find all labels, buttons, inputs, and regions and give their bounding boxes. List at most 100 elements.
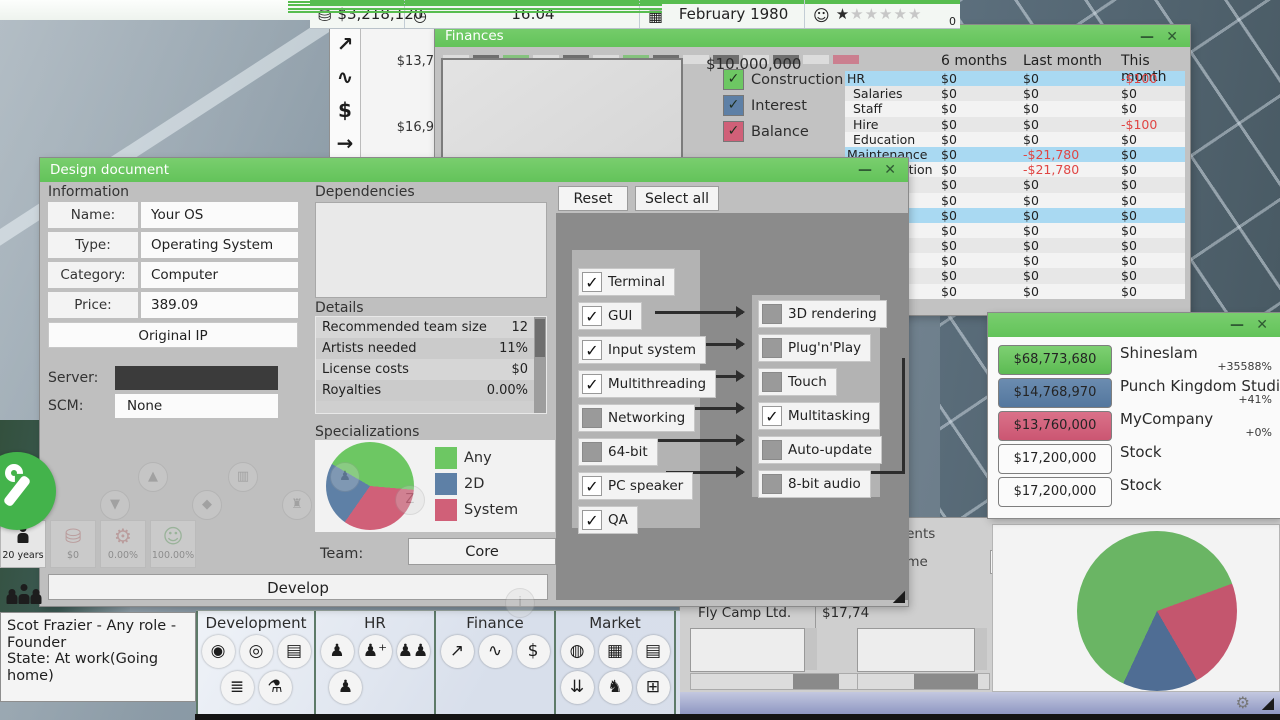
patents-vscrollbar[interactable] bbox=[975, 628, 987, 670]
legend-checkbox[interactable]: ✓ bbox=[723, 95, 744, 116]
toolbar-swatch[interactable] bbox=[803, 55, 829, 64]
finances-table-row[interactable]: HR $0 $0 -$100 bbox=[845, 71, 1185, 86]
checkbox-icon[interactable]: ✓ bbox=[582, 272, 602, 292]
design-titlebar[interactable]: Design document — ✕ bbox=[40, 158, 908, 182]
finances-table-row[interactable]: Staff $0 $0 $0 bbox=[845, 101, 1185, 116]
resize-handle-icon[interactable]: ◢ bbox=[893, 588, 905, 604]
stock-window-titlebar[interactable]: — ✕ bbox=[988, 313, 1280, 337]
ghost-button[interactable]: ♟ bbox=[330, 462, 360, 492]
resize-handle-icon[interactable]: ◢ bbox=[1262, 695, 1274, 711]
patents-list-box[interactable] bbox=[857, 628, 975, 672]
checkbox-icon[interactable]: ✓ bbox=[582, 340, 602, 360]
taskbar-icon[interactable]: ◎ bbox=[240, 635, 273, 668]
taskbar-icon[interactable]: ◉ bbox=[202, 635, 235, 668]
feature-checkbox-item[interactable]: 64-bit bbox=[578, 438, 658, 466]
taskbar-icon[interactable]: ▤ bbox=[278, 635, 311, 668]
feature-checkbox-item[interactable]: ✓ PC speaker bbox=[578, 472, 693, 500]
ghost-button[interactable]: ▼ bbox=[100, 490, 130, 520]
stocks-tool-icon[interactable]: ∿ bbox=[330, 61, 360, 94]
ghost-button[interactable]: ♜ bbox=[282, 490, 312, 520]
feature-checkbox-item[interactable]: ✓ GUI bbox=[578, 302, 642, 330]
checkbox-icon[interactable]: ✓ bbox=[582, 306, 602, 326]
taskbar-icon[interactable]: ♞ bbox=[599, 671, 632, 704]
checkbox-icon[interactable] bbox=[762, 474, 782, 494]
stocks-tool-icon[interactable]: ↗ bbox=[330, 28, 360, 61]
col-last-month[interactable]: Last month bbox=[1023, 53, 1121, 71]
minimize-icon[interactable]: — bbox=[858, 158, 872, 182]
feature-checkbox-item[interactable]: 8-bit audio bbox=[758, 470, 871, 498]
legend-checkbox[interactable]: ✓ bbox=[723, 121, 744, 142]
col-this-month[interactable]: This month bbox=[1121, 53, 1183, 71]
buy-stock-button[interactable]: $13,760,000 bbox=[998, 411, 1112, 441]
taskbar-icon[interactable]: ⚗ bbox=[259, 671, 292, 704]
taskbar-icon[interactable]: ▦ bbox=[599, 635, 632, 668]
minimize-icon[interactable]: — bbox=[1230, 313, 1244, 337]
finances-table-row[interactable]: Hire $0 $0 -$100 bbox=[845, 117, 1185, 132]
checkbox-icon[interactable] bbox=[582, 442, 602, 462]
details-scrollbar-track[interactable] bbox=[534, 317, 546, 413]
buy-stock-button[interactable]: $68,773,680 bbox=[998, 345, 1112, 375]
shares-hscroll-track[interactable] bbox=[690, 673, 875, 690]
collapsed-menu-strip[interactable] bbox=[0, 0, 332, 20]
close-icon[interactable]: ✕ bbox=[1256, 313, 1268, 337]
stocks-tool-icon[interactable]: $ bbox=[330, 94, 360, 127]
taskbar-icon[interactable]: ⊞ bbox=[637, 671, 670, 704]
type-value[interactable]: Operating System bbox=[141, 232, 298, 258]
feature-checkbox-item[interactable]: ✓ Multithreading bbox=[578, 370, 716, 398]
checkbox-icon[interactable]: ✓ bbox=[582, 374, 602, 394]
taskbar-icon[interactable]: ♟♟ bbox=[397, 635, 430, 668]
shares-hscroll-thumb[interactable] bbox=[793, 674, 839, 689]
checkbox-icon[interactable] bbox=[762, 372, 782, 392]
finances-table-row[interactable]: Salaries $0 $0 $0 bbox=[845, 86, 1185, 101]
category-value[interactable]: Computer bbox=[141, 262, 298, 288]
close-icon[interactable]: ✕ bbox=[884, 158, 896, 182]
settings-gear-icon[interactable]: ⚙ bbox=[1236, 695, 1250, 711]
salary-tile[interactable]: ⛁ $0 bbox=[50, 520, 96, 568]
checkbox-icon[interactable]: ✓ bbox=[582, 510, 602, 530]
details-scrollbar-thumb[interactable] bbox=[535, 319, 545, 357]
legend-row[interactable]: ✓ Balance bbox=[723, 121, 843, 142]
feature-checkbox-item[interactable]: ✓ Terminal bbox=[578, 268, 675, 296]
taskbar-icon[interactable]: ◍ bbox=[561, 635, 594, 668]
taskbar-icon[interactable]: ♟ bbox=[329, 671, 362, 704]
ghost-button[interactable]: Z bbox=[395, 485, 425, 515]
close-icon[interactable]: ✕ bbox=[1166, 25, 1178, 49]
share-row-worth[interactable]: $17,74 bbox=[822, 605, 869, 621]
feature-checkbox-item[interactable]: Touch bbox=[758, 368, 837, 396]
happiness-tile[interactable]: ☺ 100.00% bbox=[150, 520, 196, 568]
checkbox-icon[interactable] bbox=[762, 304, 782, 324]
taskbar-icon[interactable]: ♟⁺ bbox=[359, 635, 392, 668]
taskbar-icon[interactable]: ♟ bbox=[321, 635, 354, 668]
taskbar-icon[interactable]: ⇊ bbox=[561, 671, 594, 704]
name-value[interactable]: Your OS bbox=[141, 202, 298, 228]
buy-stock-button[interactable]: $17,200,000 bbox=[998, 444, 1112, 474]
ghost-button[interactable]: ▲ bbox=[138, 462, 168, 492]
taskbar-icon[interactable]: ∿ bbox=[479, 635, 512, 668]
col-6-months[interactable]: 6 months bbox=[941, 53, 1023, 71]
scm-value[interactable]: None bbox=[115, 394, 278, 418]
team-select-button[interactable]: Core bbox=[408, 538, 556, 565]
taskbar-icon[interactable]: ≣ bbox=[221, 671, 254, 704]
share-row-company[interactable]: Fly Camp Ltd. bbox=[698, 605, 791, 621]
feature-checkbox-item[interactable]: Auto-update bbox=[758, 436, 882, 464]
checkbox-icon[interactable]: ✓ bbox=[762, 406, 782, 426]
checkbox-icon[interactable] bbox=[762, 440, 782, 460]
feature-checkbox-item[interactable]: Plug'n'Play bbox=[758, 334, 871, 362]
original-ip-button[interactable]: Original IP bbox=[48, 322, 298, 348]
select-all-button[interactable]: Select all bbox=[635, 186, 719, 211]
reset-button[interactable]: Reset bbox=[558, 186, 628, 211]
team-group-icon[interactable] bbox=[6, 584, 41, 608]
menu-grip-lines[interactable] bbox=[288, 1, 662, 13]
taskbar-icon[interactable]: ▤ bbox=[637, 635, 670, 668]
effectiveness-tile[interactable]: ⚙ 0.00% bbox=[100, 520, 146, 568]
checkbox-icon[interactable] bbox=[762, 338, 782, 358]
develop-button[interactable]: Develop bbox=[48, 574, 548, 600]
minimize-icon[interactable]: — bbox=[1140, 25, 1154, 49]
feature-checkbox-item[interactable]: ✓ QA bbox=[578, 506, 638, 534]
patents-hscroll-track[interactable] bbox=[857, 673, 990, 690]
patents-hscroll-thumb[interactable] bbox=[914, 674, 978, 689]
feature-checkbox-item[interactable]: ✓ Input system bbox=[578, 336, 706, 364]
checkbox-icon[interactable] bbox=[582, 408, 602, 428]
legend-row[interactable]: ✓ Construction bbox=[723, 69, 843, 90]
buy-stock-button[interactable]: $14,768,970 bbox=[998, 378, 1112, 408]
